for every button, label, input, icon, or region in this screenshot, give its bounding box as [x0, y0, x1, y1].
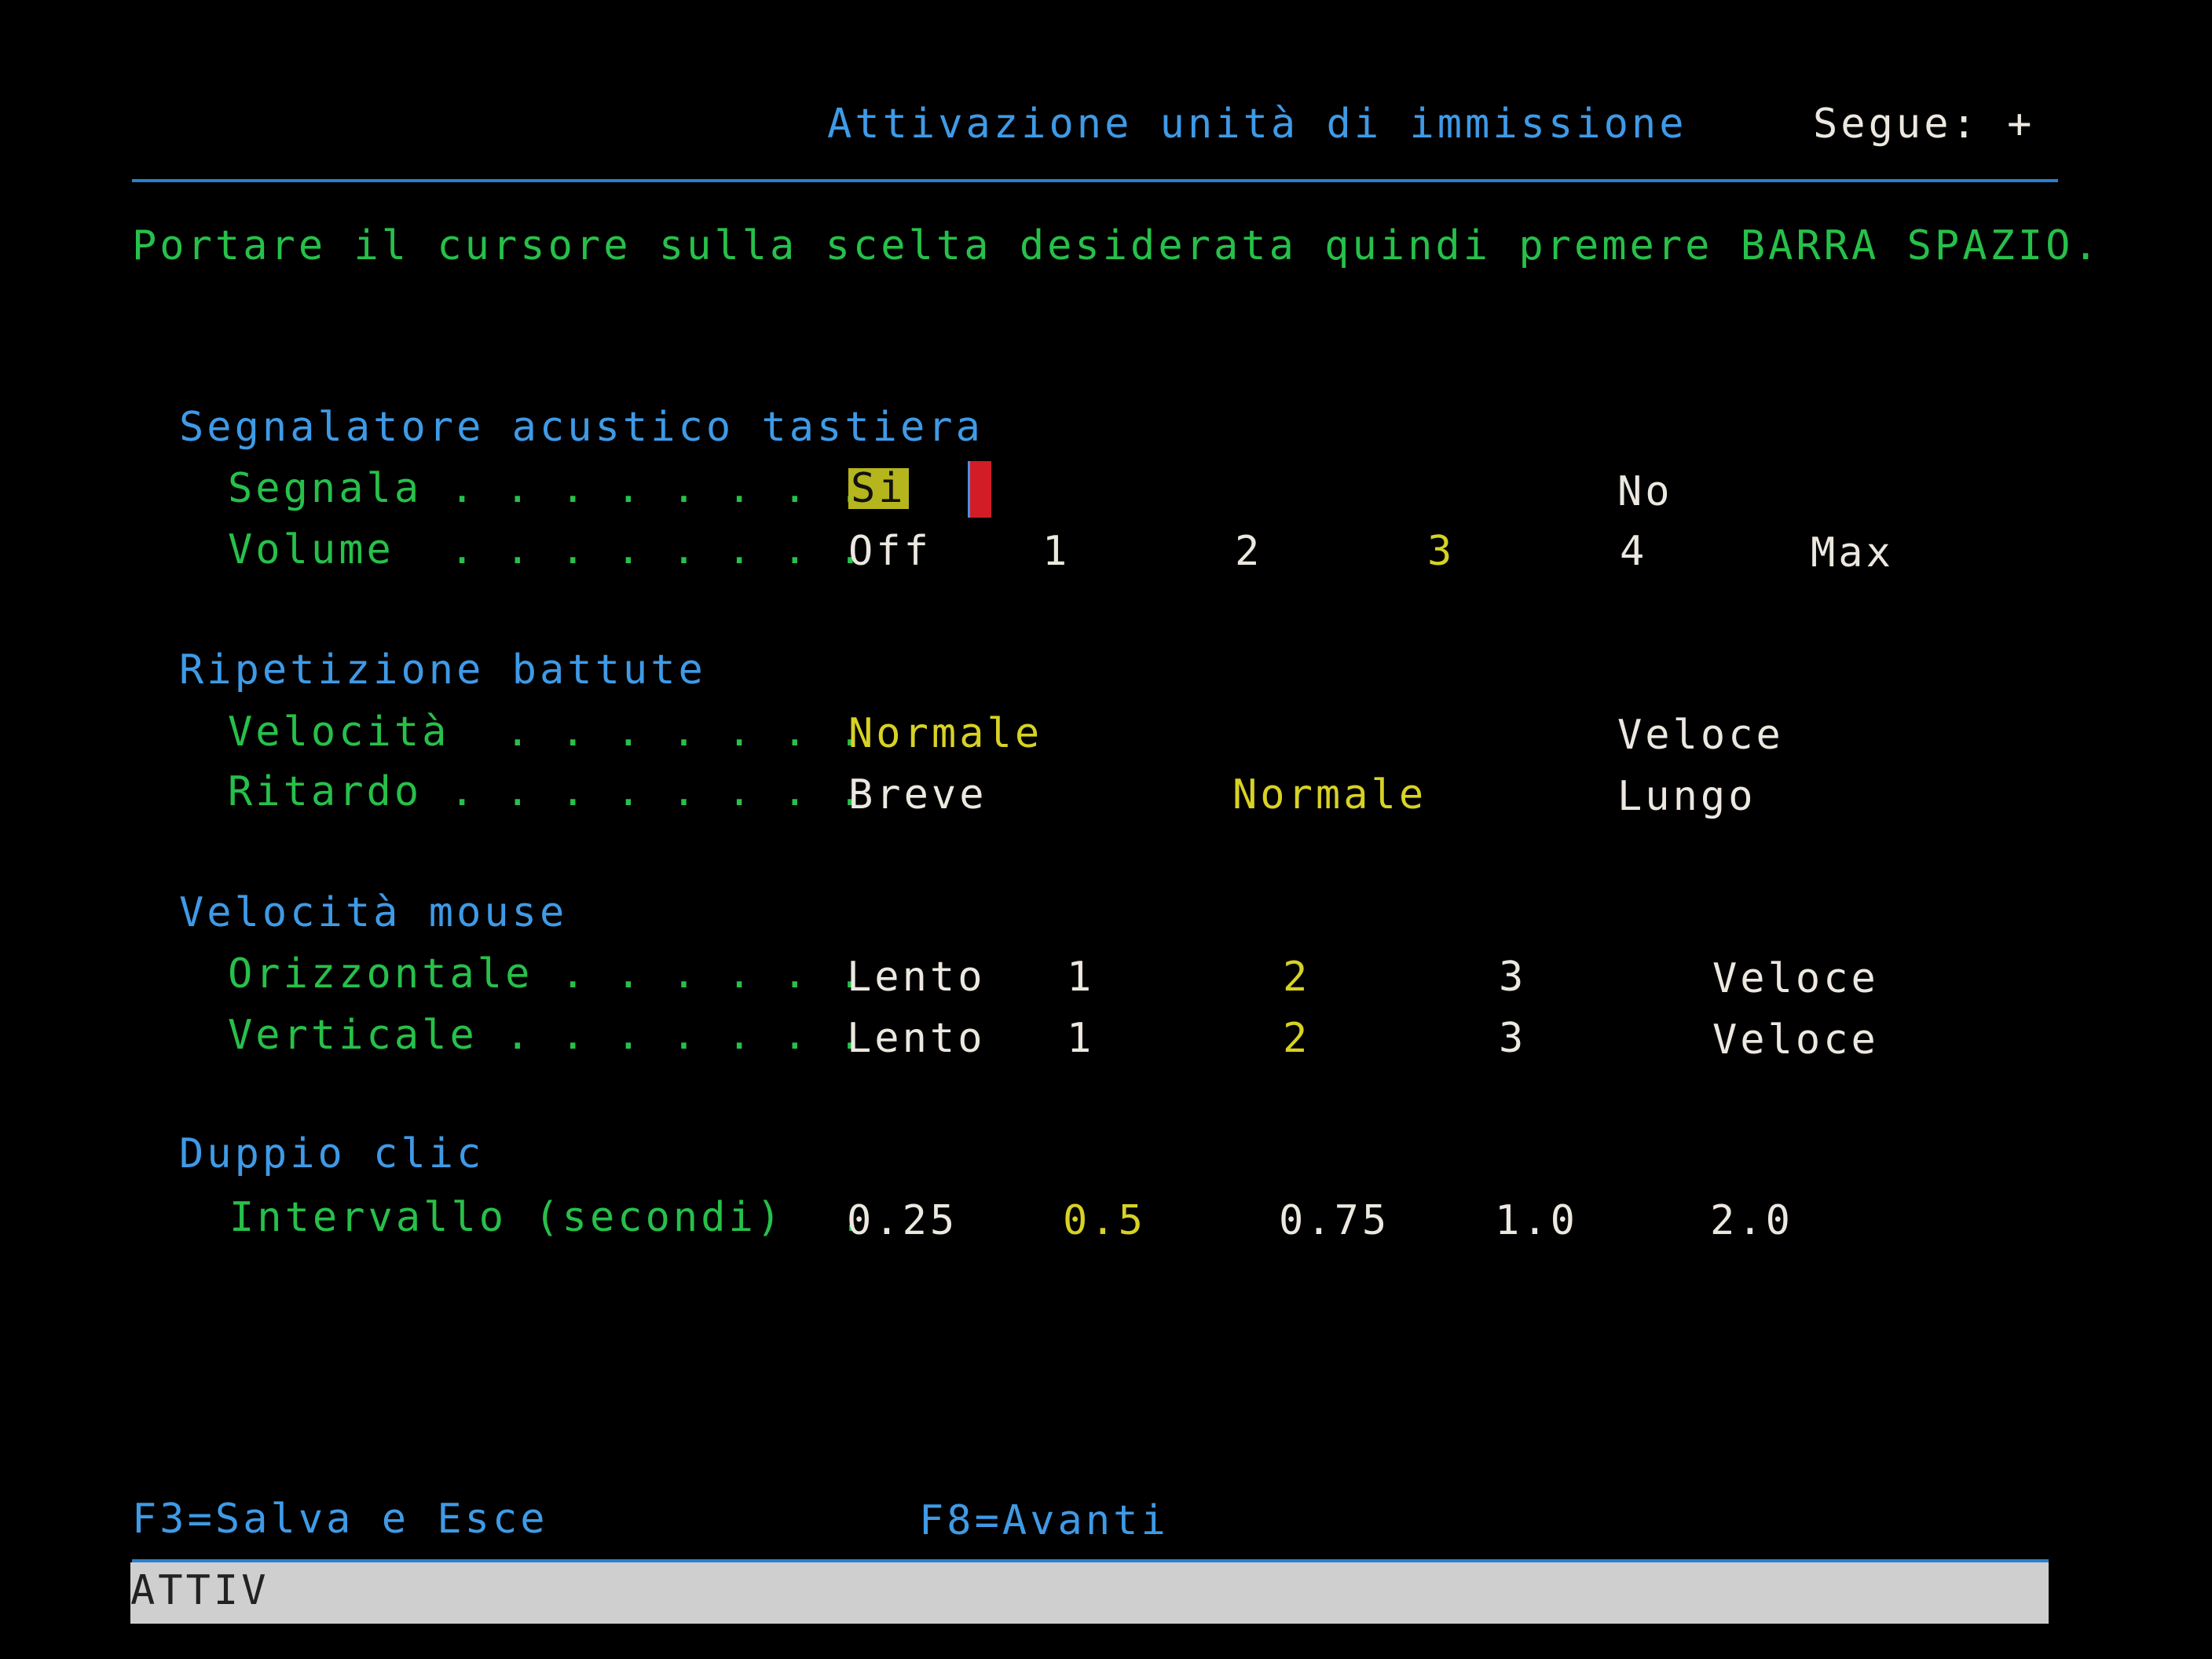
- repeat-delay-option-breve[interactable]: Breve: [848, 775, 987, 815]
- instructions-text: Portare il cursore sulla scelta desidera…: [132, 222, 2101, 269]
- mouse-horizontal-option-veloce[interactable]: Veloce: [1712, 958, 1879, 999]
- interval-option-0-5[interactable]: 0.5: [1063, 1200, 1146, 1241]
- signal-option-no[interactable]: No: [1617, 471, 1673, 512]
- signal-label: Segnala . . . . . . . .: [228, 465, 866, 512]
- interval-option-0-75[interactable]: 0.75: [1279, 1200, 1390, 1241]
- repeat-speed-option-veloce[interactable]: Veloce: [1617, 715, 1784, 756]
- mouse-horizontal-option-3[interactable]: 3: [1499, 957, 1526, 998]
- f8-forward-key[interactable]: F8=Avanti: [919, 1500, 1169, 1541]
- mouse-vertical-option-lento[interactable]: Lento: [847, 1018, 986, 1059]
- section-heading-mouse-speed: Velocità mouse: [179, 889, 568, 936]
- repeat-delay-option-normale[interactable]: Normale: [1232, 775, 1426, 815]
- signal-option-si[interactable]: Si: [848, 468, 909, 509]
- volume-option-max[interactable]: Max: [1811, 533, 1894, 573]
- interval-option-2-0[interactable]: 2.0: [1710, 1200, 1793, 1241]
- volume-option-2[interactable]: 2: [1235, 531, 1262, 572]
- more-indicator: Segue: +: [1813, 101, 2035, 148]
- header-divider: [132, 179, 2058, 182]
- mouse-horizontal-label: Orizzontale . . . . . .: [228, 950, 866, 998]
- volume-option-off[interactable]: Off: [848, 531, 932, 572]
- mouse-vertical-option-veloce[interactable]: Veloce: [1712, 1020, 1879, 1060]
- volume-label: Volume . . . . . . . .: [228, 526, 866, 573]
- section-heading-key-repeat: Ripetizione battute: [179, 646, 706, 694]
- repeat-delay-option-lungo[interactable]: Lungo: [1617, 776, 1756, 817]
- mouse-vertical-option-3[interactable]: 3: [1499, 1018, 1526, 1059]
- terminal-screen: Attivazione unità di immissione Segue: +…: [0, 0, 2212, 1659]
- section-heading-keyboard-beep: Segnalatore acustico tastiera: [179, 404, 983, 451]
- interval-option-0-25[interactable]: 0.25: [847, 1200, 958, 1241]
- page-title: Attivazione unità di immissione: [827, 101, 1687, 148]
- status-text: ATTIV: [130, 1567, 269, 1614]
- double-click-interval-label: Intervallo (secondi) .: [229, 1194, 868, 1241]
- repeat-delay-label: Ritardo . . . . . . . .: [228, 768, 866, 815]
- repeat-speed-label: Velocità . . . . . . .: [228, 709, 866, 756]
- mouse-vertical-option-2[interactable]: 2: [1283, 1018, 1310, 1059]
- mouse-horizontal-option-lento[interactable]: Lento: [847, 957, 986, 998]
- volume-option-1[interactable]: 1: [1042, 531, 1070, 572]
- volume-option-4[interactable]: 4: [1620, 531, 1647, 572]
- mouse-vertical-label: Verticale . . . . . . .: [228, 1012, 866, 1059]
- interval-option-1-0[interactable]: 1.0: [1495, 1200, 1578, 1241]
- text-cursor: [968, 461, 991, 518]
- repeat-speed-option-normale[interactable]: Normale: [848, 713, 1042, 754]
- mouse-horizontal-option-2[interactable]: 2: [1283, 957, 1310, 998]
- status-bar: ATTIV: [130, 1562, 2049, 1624]
- f3-save-exit-key[interactable]: F3=Salva e Esce: [132, 1499, 548, 1540]
- section-heading-double-click: Duppio clic: [179, 1130, 485, 1177]
- volume-option-3[interactable]: 3: [1427, 531, 1455, 572]
- mouse-vertical-option-1[interactable]: 1: [1067, 1018, 1094, 1059]
- mouse-horizontal-option-1[interactable]: 1: [1067, 957, 1094, 998]
